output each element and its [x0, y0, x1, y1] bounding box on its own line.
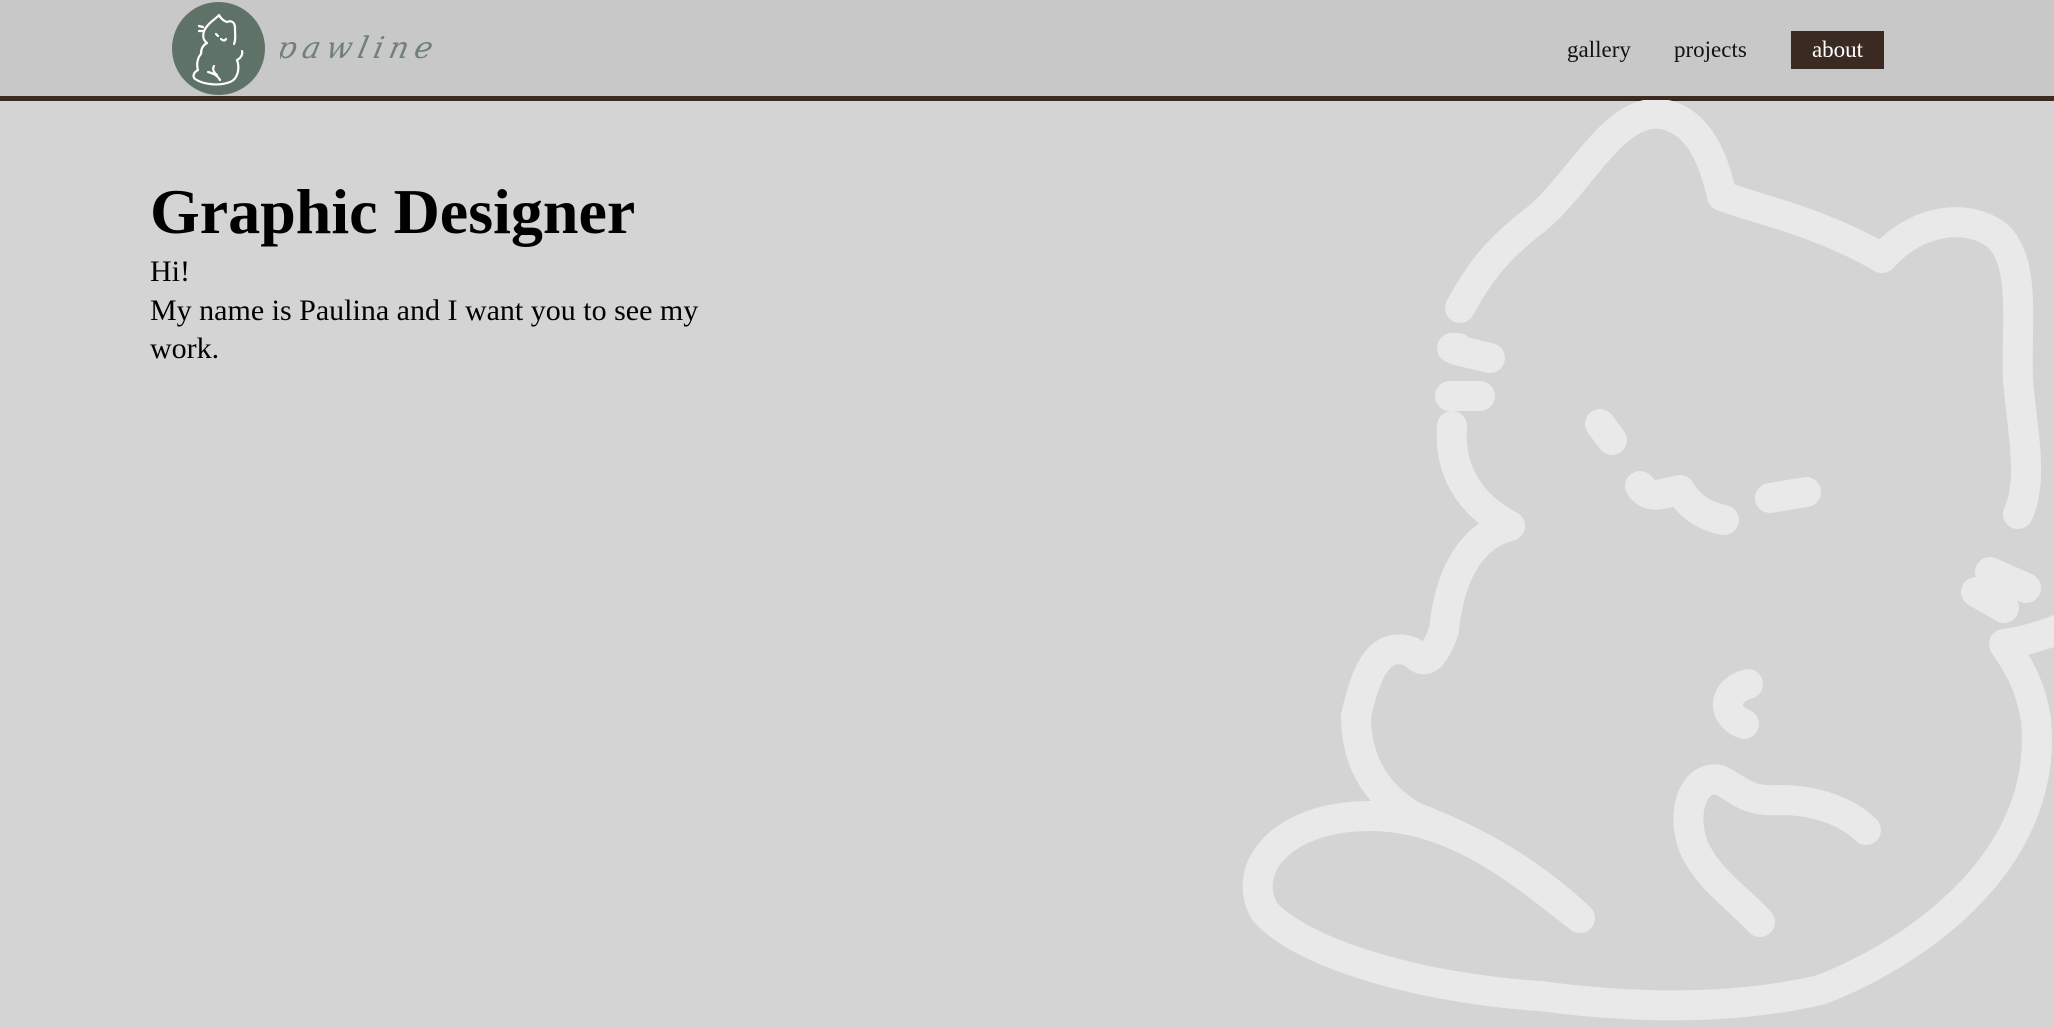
greeting-text: Hi!: [150, 255, 190, 288]
nav-about[interactable]: about: [1791, 31, 1884, 69]
pawline-wordmark: pawline: [280, 31, 442, 66]
nav-projects[interactable]: projects: [1674, 31, 1747, 69]
hero-intro: Hi! My name is Paulina and I want you to…: [150, 253, 770, 369]
logo[interactable]: [172, 2, 265, 95]
nav-gallery[interactable]: gallery: [1567, 31, 1631, 69]
intro-text: My name is Paulina and I want you to see…: [150, 293, 699, 366]
svg-text:pawline: pawline: [280, 31, 442, 66]
site-header: pawline gallery projects about: [0, 0, 2054, 101]
cat-logo-icon: [192, 13, 244, 86]
cat-outline-illustration: [1242, 100, 2054, 1021]
page-title: Graphic Designer: [150, 176, 636, 247]
